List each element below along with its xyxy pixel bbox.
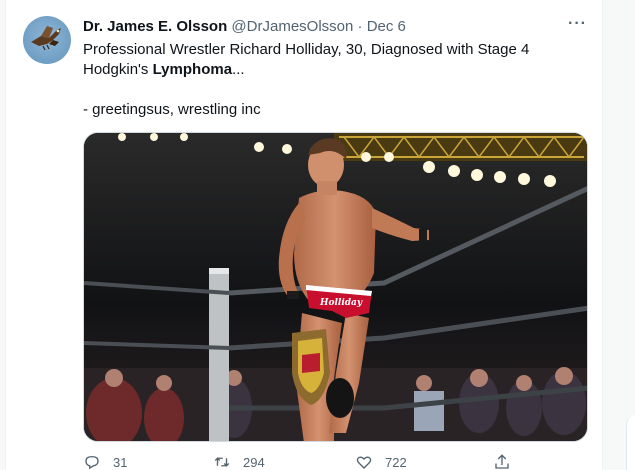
like-count: 722: [385, 454, 407, 470]
more-icon[interactable]: ···: [568, 16, 587, 32]
tweet-text-spacer: [83, 80, 583, 100]
wrestler-photo: Holliday: [84, 133, 587, 441]
retweet-icon: [214, 457, 230, 467]
tweet-text-ellipsis: ...: [232, 61, 245, 78]
like-button[interactable]: 722: [355, 453, 407, 470]
reply-button[interactable]: 31: [83, 453, 127, 470]
side-panel-edge: [626, 415, 635, 470]
tweet-text-prefix: Hodgkin's: [83, 61, 153, 78]
author-handle[interactable]: @DrJamesOlsson: [231, 18, 353, 35]
tweet-text-highlight: Lymphoma: [152, 61, 233, 78]
reply-count: 31: [113, 454, 128, 470]
tweet-text-source: - greetingsus, wrestling inc: [83, 101, 261, 118]
reply-icon: [85, 456, 99, 470]
tweet-media-image[interactable]: Holliday: [83, 132, 588, 442]
author-name[interactable]: Dr. James E. Olsson: [83, 18, 227, 35]
tweet-card[interactable]: Dr. James E. Olsson @DrJamesOlsson · Dec…: [5, 0, 603, 470]
tweet-text-line-2: Hodgkin's Lymphoma...: [83, 60, 583, 80]
tweet-text-line-1: Professional Wrestler Richard Holliday, …: [83, 41, 530, 58]
separator-dot: ·: [357, 18, 363, 35]
share-button[interactable]: [493, 453, 523, 470]
avatar[interactable]: [23, 16, 71, 64]
retweet-count: 294: [243, 454, 265, 470]
tweet-header: Dr. James E. Olsson @DrJamesOlsson · Dec…: [83, 17, 406, 37]
tweet-actions: 31 294 722: [83, 453, 509, 470]
tweet-date[interactable]: Dec 6: [367, 18, 406, 35]
trunks-text: Holliday: [319, 298, 363, 308]
share-icon: [495, 454, 509, 469]
tweet-text: Professional Wrestler Richard Holliday, …: [83, 40, 583, 120]
bird-avatar-icon: [31, 26, 61, 51]
retweet-button[interactable]: 294: [213, 453, 265, 470]
like-icon: [356, 456, 372, 469]
